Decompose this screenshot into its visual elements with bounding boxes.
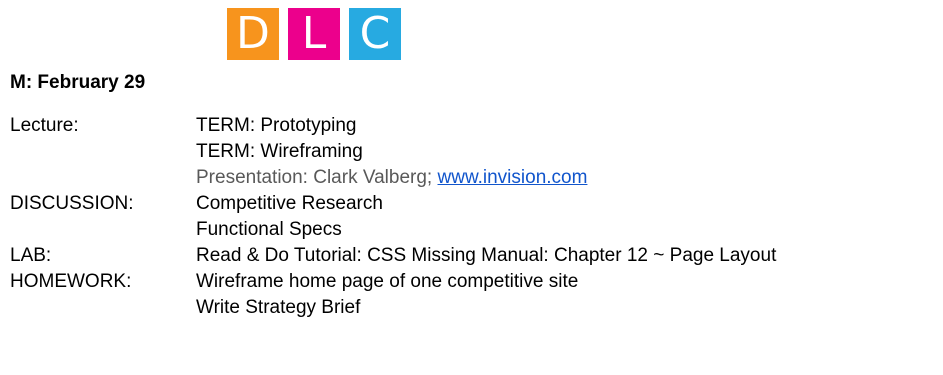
- schedule-row-lecture-2: TERM: Wireframing: [10, 139, 930, 165]
- presentation-text: Presentation: Clark Valberg;: [196, 167, 438, 188]
- schedule-row-discussion: DISCUSSION: Competitive Research: [10, 191, 930, 217]
- schedule-row-lab: LAB: Read & Do Tutorial: CSS Missing Man…: [10, 243, 930, 269]
- lecture-item: TERM: Prototyping: [196, 115, 357, 136]
- discussion-item: Competitive Research: [196, 193, 383, 214]
- homework-item: Wireframe home page of one competitive s…: [196, 271, 579, 292]
- homework-item: Write Strategy Brief: [196, 297, 361, 318]
- lecture-label: Lecture:: [10, 115, 79, 136]
- logo-tile-l: L: [288, 8, 340, 60]
- presentation-line: Presentation: Clark Valberg; www.invisio…: [196, 167, 930, 189]
- lab-item: Read & Do Tutorial: CSS Missing Manual: …: [196, 245, 777, 266]
- schedule-row-presentation: Presentation: Clark Valberg; www.invisio…: [10, 165, 930, 191]
- schedule-row-homework-2: Write Strategy Brief: [10, 295, 930, 321]
- schedule-row-lecture: Lecture: TERM: Prototyping: [10, 113, 930, 139]
- discussion-item: Functional Specs: [196, 219, 342, 240]
- schedule-row-homework: HOMEWORK: Wireframe home page of one com…: [10, 269, 930, 295]
- dlc-logo: D L C: [227, 8, 410, 60]
- invision-link[interactable]: www.invision.com: [438, 167, 588, 188]
- lecture-item: TERM: Wireframing: [196, 141, 363, 162]
- homework-label: HOMEWORK:: [10, 271, 132, 292]
- date-heading: M: February 29: [10, 72, 146, 93]
- logo-tile-d: D: [227, 8, 279, 60]
- schedule: Lecture: TERM: Prototyping TERM: Wirefra…: [10, 113, 930, 321]
- logo-tile-c: C: [349, 8, 401, 60]
- lab-label: LAB:: [10, 245, 52, 266]
- discussion-label: DISCUSSION:: [10, 193, 134, 214]
- schedule-row-discussion-2: Functional Specs: [10, 217, 930, 243]
- header: M: February 29 D L C: [10, 0, 510, 100]
